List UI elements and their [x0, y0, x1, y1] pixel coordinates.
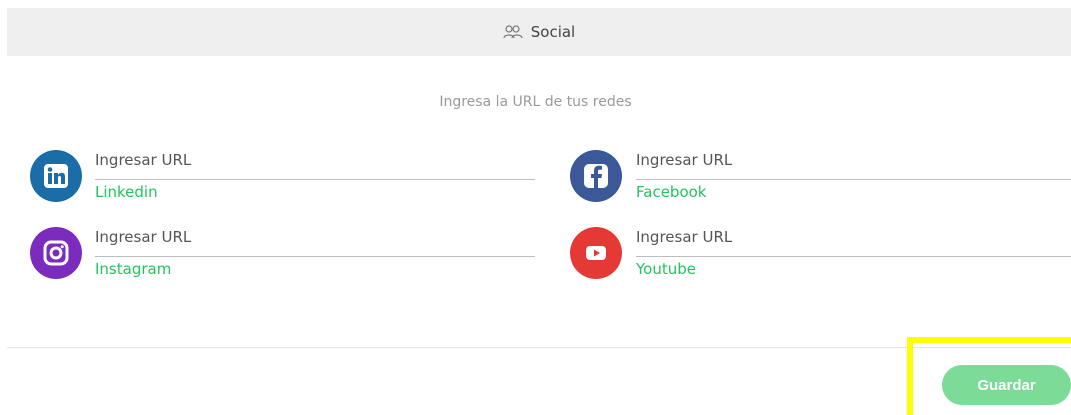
- youtube-label: Youtube: [636, 260, 696, 278]
- instagram-label: Instagram: [95, 260, 172, 278]
- social-row-youtube: Ingresar URL Youtube: [570, 227, 1071, 287]
- facebook-url-input[interactable]: Ingresar URL: [636, 150, 1071, 180]
- section-header: Social: [7, 8, 1071, 56]
- social-row-instagram: Ingresar URL Instagram: [30, 227, 535, 287]
- instagram-icon: [30, 227, 82, 279]
- save-button[interactable]: Guardar: [942, 365, 1071, 405]
- youtube-url-input[interactable]: Ingresar URL: [636, 227, 1071, 257]
- facebook-label: Facebook: [636, 183, 707, 201]
- instagram-url-input[interactable]: Ingresar URL: [95, 227, 535, 257]
- linkedin-label: Linkedin: [95, 183, 158, 201]
- social-row-facebook: Ingresar URL Facebook: [570, 150, 1071, 210]
- users-icon: [503, 25, 523, 39]
- instructions-text: Ingresa la URL de tus redes: [439, 94, 632, 110]
- facebook-icon: [570, 150, 622, 202]
- linkedin-url-input[interactable]: Ingresar URL: [95, 150, 535, 180]
- social-row-linkedin: Ingresar URL Linkedin: [30, 150, 535, 210]
- section-title: Social: [530, 23, 576, 41]
- youtube-icon: [570, 227, 622, 279]
- linkedin-icon: [30, 150, 82, 202]
